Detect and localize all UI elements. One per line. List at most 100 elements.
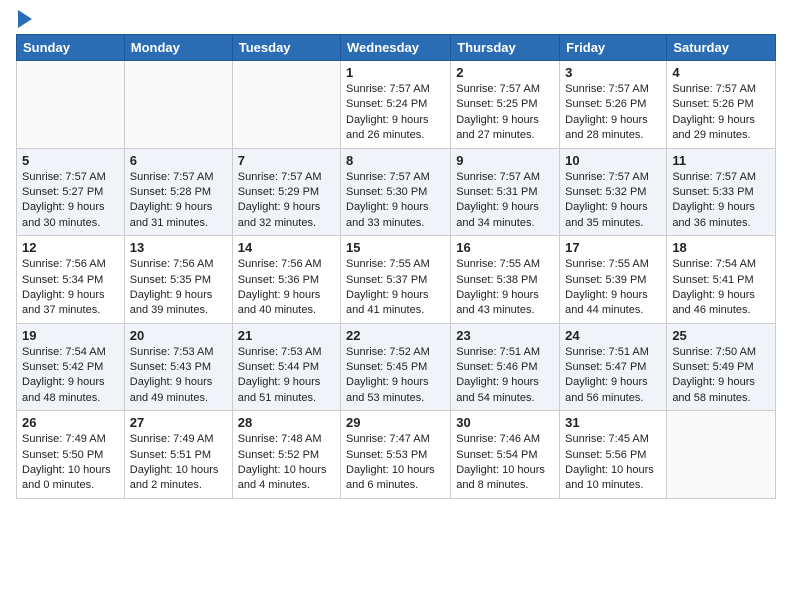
day-number: 31 xyxy=(565,415,661,430)
day-number: 26 xyxy=(22,415,119,430)
day-number: 1 xyxy=(346,65,445,80)
calendar-cell xyxy=(667,411,776,499)
calendar-cell: 15 Sunrise: 7:55 AM Sunset: 5:37 PM Dayli… xyxy=(341,236,451,324)
day-number: 16 xyxy=(456,240,554,255)
day-info: Sunrise: 7:55 AM Sunset: 5:38 PM Dayligh… xyxy=(456,257,554,319)
calendar-cell: 12 Sunrise: 7:56 AM Sunset: 5:34 PM Dayli… xyxy=(17,236,125,324)
day-info: Sunrise: 7:45 AM Sunset: 5:56 PM Dayligh… xyxy=(565,432,661,494)
calendar-cell: 23 Sunrise: 7:51 AM Sunset: 5:46 PM Dayli… xyxy=(451,323,560,411)
day-info: Sunrise: 7:57 AM Sunset: 5:25 PM Dayligh… xyxy=(456,82,554,144)
calendar-cell: 27 Sunrise: 7:49 AM Sunset: 5:51 PM Dayli… xyxy=(124,411,232,499)
day-info: Sunrise: 7:51 AM Sunset: 5:46 PM Dayligh… xyxy=(456,345,554,407)
calendar-cell: 14Sunrise: 7:56 AM Sunset: 5:36 PM Dayli… xyxy=(232,236,340,324)
day-number: 9 xyxy=(456,153,554,168)
calendar-cell: 21 Sunrise: 7:53 AM Sunset: 5:44 PM Dayli… xyxy=(232,323,340,411)
calendar-cell: 7 Sunrise: 7:57 AM Sunset: 5:29 PM Daylig… xyxy=(232,148,340,236)
weekday-header-tuesday: Tuesday xyxy=(232,35,340,61)
week-row-5: 26Sunrise: 7:49 AM Sunset: 5:50 PM Dayli… xyxy=(17,411,776,499)
week-row-3: 12 Sunrise: 7:56 AM Sunset: 5:34 PM Dayli… xyxy=(17,236,776,324)
day-info: Sunrise: 7:51 AM Sunset: 5:47 PM Dayligh… xyxy=(565,345,661,407)
calendar-cell: 24 Sunrise: 7:51 AM Sunset: 5:47 PM Dayli… xyxy=(560,323,667,411)
week-row-4: 19 Sunrise: 7:54 AM Sunset: 5:42 PM Dayli… xyxy=(17,323,776,411)
day-number: 18 xyxy=(672,240,770,255)
logo-arrow-icon xyxy=(18,10,32,28)
day-info: Sunrise: 7:55 AM Sunset: 5:37 PM Dayligh… xyxy=(346,257,445,319)
day-info: Sunrise: 7:56 AM Sunset: 5:35 PM Dayligh… xyxy=(130,257,227,319)
calendar-cell: 16 Sunrise: 7:55 AM Sunset: 5:38 PM Dayli… xyxy=(451,236,560,324)
day-number: 4 xyxy=(672,65,770,80)
calendar-cell xyxy=(17,61,125,149)
day-info: Sunrise: 7:57 AM Sunset: 5:32 PM Dayligh… xyxy=(565,170,661,232)
day-number: 7 xyxy=(238,153,335,168)
day-number: 15 xyxy=(346,240,445,255)
week-row-2: 5Sunrise: 7:57 AM Sunset: 5:27 PM Daylig… xyxy=(17,148,776,236)
calendar-cell: 8 Sunrise: 7:57 AM Sunset: 5:30 PM Daylig… xyxy=(341,148,451,236)
day-info: Sunrise: 7:55 AM Sunset: 5:39 PM Dayligh… xyxy=(565,257,661,319)
day-number: 2 xyxy=(456,65,554,80)
day-number: 14 xyxy=(238,240,335,255)
calendar-cell: 17 Sunrise: 7:55 AM Sunset: 5:39 PM Dayli… xyxy=(560,236,667,324)
day-number: 13 xyxy=(130,240,227,255)
day-info: Sunrise: 7:57 AM Sunset: 5:29 PM Dayligh… xyxy=(238,170,335,232)
day-number: 21 xyxy=(238,328,335,343)
weekday-header-row: SundayMondayTuesdayWednesdayThursdayFrid… xyxy=(17,35,776,61)
day-number: 8 xyxy=(346,153,445,168)
day-info: Sunrise: 7:56 AM Sunset: 5:34 PM Dayligh… xyxy=(22,257,119,319)
weekday-header-monday: Monday xyxy=(124,35,232,61)
calendar-cell: 5Sunrise: 7:57 AM Sunset: 5:27 PM Daylig… xyxy=(17,148,125,236)
day-info: Sunrise: 7:57 AM Sunset: 5:33 PM Dayligh… xyxy=(672,170,770,232)
day-number: 20 xyxy=(130,328,227,343)
calendar-table: SundayMondayTuesdayWednesdayThursdayFrid… xyxy=(16,34,776,499)
calendar-cell: 13 Sunrise: 7:56 AM Sunset: 5:35 PM Dayli… xyxy=(124,236,232,324)
day-info: Sunrise: 7:46 AM Sunset: 5:54 PM Dayligh… xyxy=(456,432,554,494)
calendar-cell: 10 Sunrise: 7:57 AM Sunset: 5:32 PM Dayli… xyxy=(560,148,667,236)
calendar-cell: 6Sunrise: 7:57 AM Sunset: 5:28 PM Daylig… xyxy=(124,148,232,236)
day-info: Sunrise: 7:52 AM Sunset: 5:45 PM Dayligh… xyxy=(346,345,445,407)
day-number: 24 xyxy=(565,328,661,343)
day-info: Sunrise: 7:57 AM Sunset: 5:26 PM Dayligh… xyxy=(672,82,770,144)
calendar-cell: 18 Sunrise: 7:54 AM Sunset: 5:41 PM Dayli… xyxy=(667,236,776,324)
page: SundayMondayTuesdayWednesdayThursdayFrid… xyxy=(0,0,792,515)
weekday-header-wednesday: Wednesday xyxy=(341,35,451,61)
day-number: 3 xyxy=(565,65,661,80)
day-info: Sunrise: 7:47 AM Sunset: 5:53 PM Dayligh… xyxy=(346,432,445,494)
calendar-cell: 29 Sunrise: 7:47 AM Sunset: 5:53 PM Dayli… xyxy=(341,411,451,499)
day-info: Sunrise: 7:57 AM Sunset: 5:31 PM Dayligh… xyxy=(456,170,554,232)
day-info: Sunrise: 7:54 AM Sunset: 5:41 PM Dayligh… xyxy=(672,257,770,319)
calendar-cell: 30 Sunrise: 7:46 AM Sunset: 5:54 PM Dayli… xyxy=(451,411,560,499)
week-row-1: 1 Sunrise: 7:57 AM Sunset: 5:24 PM Daylig… xyxy=(17,61,776,149)
day-number: 19 xyxy=(22,328,119,343)
day-info: Sunrise: 7:50 AM Sunset: 5:49 PM Dayligh… xyxy=(672,345,770,407)
calendar-cell xyxy=(232,61,340,149)
weekday-header-sunday: Sunday xyxy=(17,35,125,61)
day-info: Sunrise: 7:53 AM Sunset: 5:44 PM Dayligh… xyxy=(238,345,335,407)
day-number: 30 xyxy=(456,415,554,430)
day-number: 17 xyxy=(565,240,661,255)
weekday-header-thursday: Thursday xyxy=(451,35,560,61)
calendar-cell xyxy=(124,61,232,149)
day-number: 11 xyxy=(672,153,770,168)
calendar-cell: 1 Sunrise: 7:57 AM Sunset: 5:24 PM Daylig… xyxy=(341,61,451,149)
day-number: 23 xyxy=(456,328,554,343)
day-info: Sunrise: 7:57 AM Sunset: 5:30 PM Dayligh… xyxy=(346,170,445,232)
day-number: 12 xyxy=(22,240,119,255)
day-info: Sunrise: 7:53 AM Sunset: 5:43 PM Dayligh… xyxy=(130,345,227,407)
calendar-cell: 4 Sunrise: 7:57 AM Sunset: 5:26 PM Daylig… xyxy=(667,61,776,149)
calendar-cell: 25Sunrise: 7:50 AM Sunset: 5:49 PM Dayli… xyxy=(667,323,776,411)
logo xyxy=(16,10,32,28)
day-info: Sunrise: 7:57 AM Sunset: 5:24 PM Dayligh… xyxy=(346,82,445,144)
day-info: Sunrise: 7:54 AM Sunset: 5:42 PM Dayligh… xyxy=(22,345,119,407)
day-info: Sunrise: 7:48 AM Sunset: 5:52 PM Dayligh… xyxy=(238,432,335,494)
calendar-cell: 26Sunrise: 7:49 AM Sunset: 5:50 PM Dayli… xyxy=(17,411,125,499)
calendar-cell: 19 Sunrise: 7:54 AM Sunset: 5:42 PM Dayli… xyxy=(17,323,125,411)
day-info: Sunrise: 7:49 AM Sunset: 5:51 PM Dayligh… xyxy=(130,432,227,494)
calendar-cell: 28Sunrise: 7:48 AM Sunset: 5:52 PM Dayli… xyxy=(232,411,340,499)
weekday-header-friday: Friday xyxy=(560,35,667,61)
day-number: 27 xyxy=(130,415,227,430)
day-number: 29 xyxy=(346,415,445,430)
day-number: 22 xyxy=(346,328,445,343)
calendar-cell: 31 Sunrise: 7:45 AM Sunset: 5:56 PM Dayli… xyxy=(560,411,667,499)
calendar-cell: 22 Sunrise: 7:52 AM Sunset: 5:45 PM Dayli… xyxy=(341,323,451,411)
day-info: Sunrise: 7:57 AM Sunset: 5:26 PM Dayligh… xyxy=(565,82,661,144)
day-number: 10 xyxy=(565,153,661,168)
